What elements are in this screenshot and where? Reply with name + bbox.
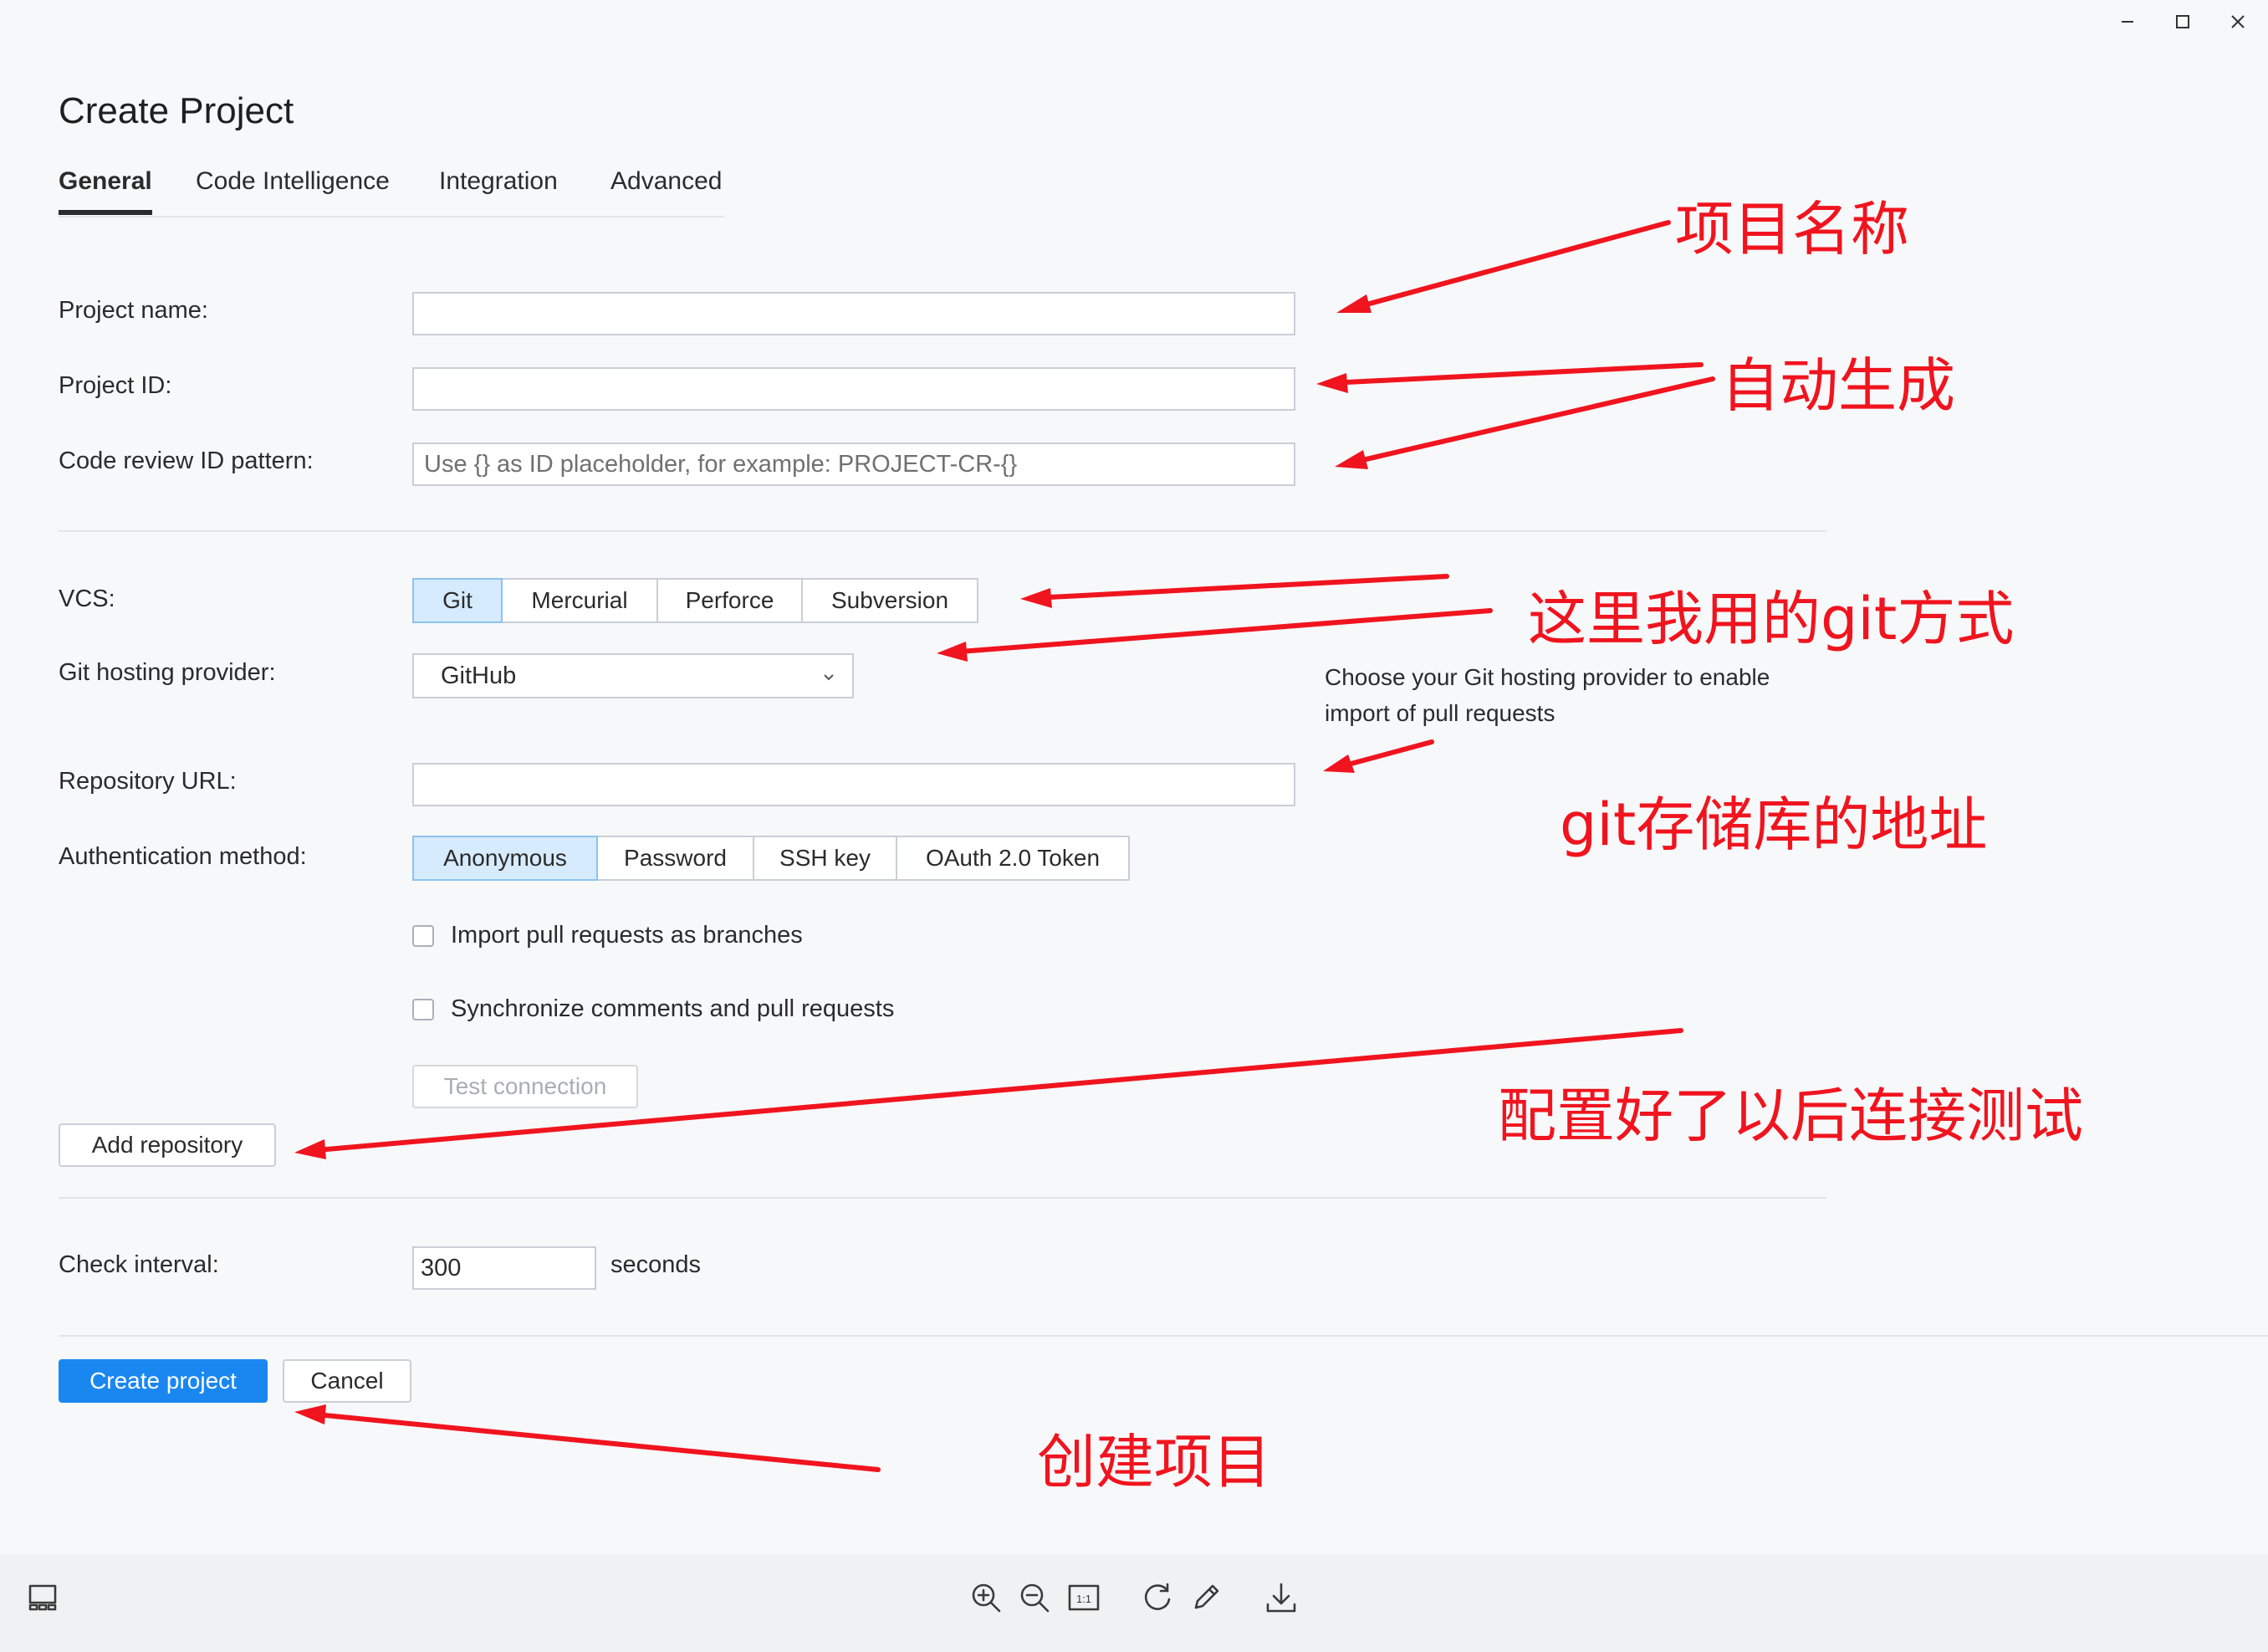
rotate-button[interactable] xyxy=(1139,1579,1176,1616)
sidebar-toggle-button[interactable] xyxy=(25,1579,62,1616)
annotation-git-method: 这里我用的git方式 xyxy=(1528,585,2015,653)
edit-icon xyxy=(1194,1584,1219,1609)
zoom-in-icon xyxy=(972,1583,1001,1613)
download-button[interactable] xyxy=(1263,1579,1300,1616)
arrowhead-project-name xyxy=(1336,294,1372,313)
arrowhead-git-hosting xyxy=(937,642,968,662)
annotation-project-name: 项目名称 xyxy=(1675,195,1909,263)
annotation-auto-generate: 自动生成 xyxy=(1721,351,1955,420)
arrow-create-project xyxy=(305,1411,881,1472)
arrow-git-hosting xyxy=(947,608,1493,655)
zoom-out-button[interactable] xyxy=(1016,1579,1053,1616)
rotate-icon xyxy=(1144,1583,1171,1610)
arrowhead-create-project xyxy=(294,1404,326,1424)
sidebar-toggle-icon xyxy=(28,1584,57,1611)
actual-size-button[interactable]: 1:1 xyxy=(1065,1579,1102,1616)
download-icon xyxy=(1266,1583,1296,1613)
zoom-out-icon xyxy=(1020,1583,1050,1613)
arrow-add-repository xyxy=(305,1028,1683,1153)
arrowhead-code-review-pattern xyxy=(1335,450,1368,469)
actual-size-text: 1:1 xyxy=(1076,1593,1091,1605)
arrowhead-add-repository xyxy=(294,1139,326,1159)
auth-option-anonymous[interactable]: Anonymous xyxy=(412,836,598,881)
arrow-project-name xyxy=(1346,220,1671,312)
annotation-create-project: 创建项目 xyxy=(1037,1428,1271,1496)
actual-size-icon: 1:1 xyxy=(1068,1584,1100,1611)
arrowhead-vcs xyxy=(1020,588,1052,608)
arrowhead-repository-url xyxy=(1323,754,1355,773)
edit-button[interactable] xyxy=(1188,1579,1224,1616)
viewer-toolbar xyxy=(0,1554,2268,1652)
zoom-in-button[interactable] xyxy=(968,1579,1004,1616)
arrow-vcs xyxy=(1031,574,1449,601)
arrow-project-id xyxy=(1327,362,1704,386)
annotation-repo-address: git存储库的地址 xyxy=(1560,790,1988,859)
arrow-code-review-pattern xyxy=(1346,376,1715,466)
annotation-test-connection: 配置好了以后连接测试 xyxy=(1498,1082,2083,1150)
arrowhead-project-id xyxy=(1316,373,1348,393)
vcs-option-git[interactable]: Git xyxy=(412,578,503,623)
